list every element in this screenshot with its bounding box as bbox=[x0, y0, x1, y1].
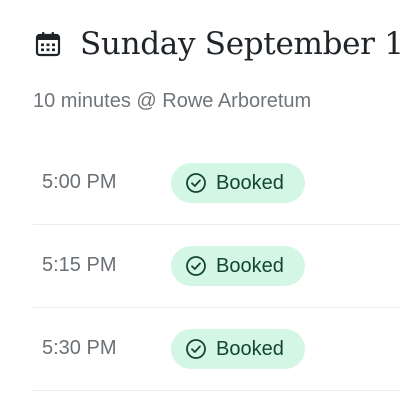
date-header: Sunday September 15 bbox=[34, 26, 400, 62]
booked-badge: Booked bbox=[171, 246, 305, 286]
booking-page: Sunday September 15 10 minutes @ Rowe Ar… bbox=[0, 0, 400, 400]
page-title: Sunday September 15 bbox=[80, 26, 400, 62]
time-slot[interactable]: 5:30 PM Booked bbox=[33, 308, 400, 391]
booked-badge: Booked bbox=[171, 163, 305, 203]
event-subtitle: 10 minutes @ Rowe Arboretum bbox=[33, 90, 312, 112]
status-label: Booked bbox=[216, 254, 284, 277]
check-circle-icon bbox=[185, 172, 207, 194]
slot-time: 5:30 PM bbox=[42, 337, 117, 359]
status-label: Booked bbox=[216, 337, 284, 360]
check-circle-icon bbox=[185, 338, 207, 360]
calendar-icon bbox=[34, 30, 62, 58]
status-label: Booked bbox=[216, 171, 284, 194]
booked-badge: Booked bbox=[171, 329, 305, 369]
time-slot-list: 5:00 PM Booked 5:15 PM Booked 5:30 PM Bo… bbox=[0, 142, 400, 391]
slot-time: 5:15 PM bbox=[42, 254, 117, 276]
time-slot[interactable]: 5:00 PM Booked bbox=[33, 142, 400, 225]
check-circle-icon bbox=[185, 255, 207, 277]
slot-time: 5:00 PM bbox=[42, 171, 117, 193]
time-slot[interactable]: 5:15 PM Booked bbox=[33, 225, 400, 308]
